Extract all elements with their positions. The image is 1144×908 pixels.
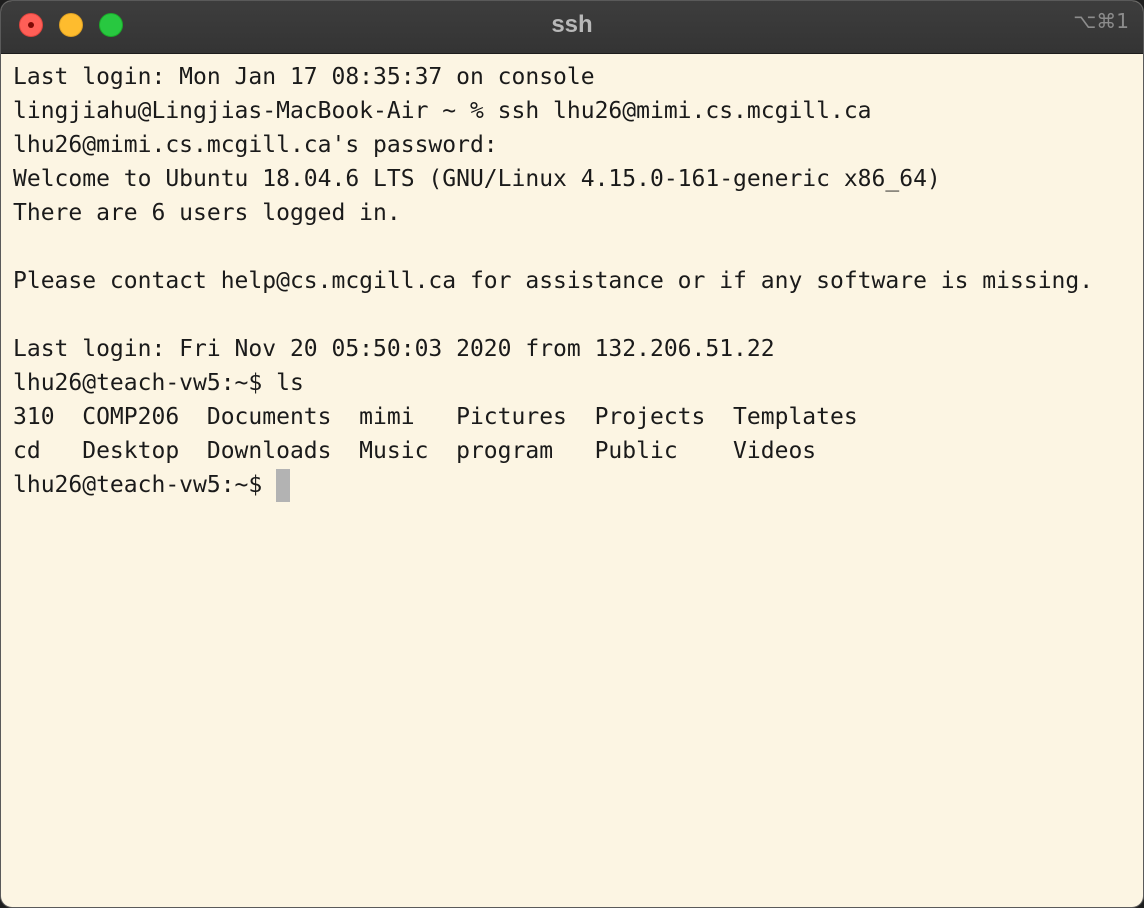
terminal-line: Last login: Fri Nov 20 05:50:03 2020 fro… (13, 336, 775, 362)
title-bar[interactable]: ssh ⌥⌘1 (1, 1, 1143, 54)
terminal-window: ssh ⌥⌘1 Last login: Mon Jan 17 08:35:37 … (0, 0, 1144, 908)
terminal-line: 310 COMP206 Documents mimi Pictures Proj… (13, 404, 858, 430)
shell-prompt: lhu26@teach-vw5:~$ (13, 472, 263, 498)
terminal-line: lingjiahu@Lingjias-MacBook-Air ~ % ssh l… (13, 98, 872, 124)
text-cursor (276, 468, 291, 502)
terminal-line: lhu26@mimi.cs.mcgill.ca's password: (13, 132, 498, 158)
terminal-prompt-line[interactable]: lhu26@teach-vw5:~$ (13, 468, 1143, 502)
terminal-line: Welcome to Ubuntu 18.04.6 LTS (GNU/Linux… (13, 166, 941, 192)
terminal-output[interactable]: Last login: Mon Jan 17 08:35:37 on conso… (13, 60, 1143, 907)
terminal-line: cd Desktop Downloads Music program Publi… (13, 438, 817, 464)
terminal-line: lhu26@teach-vw5:~$ ls (13, 370, 304, 396)
terminal-line: There are 6 users logged in. (13, 200, 401, 226)
terminal-line: Last login: Mon Jan 17 08:35:37 on conso… (13, 64, 595, 90)
window-title: ssh (551, 11, 593, 38)
terminal-line: Please contact help@cs.mcgill.ca for ass… (13, 268, 1094, 294)
window-shortcut-label: ⌥⌘1 (1073, 9, 1129, 33)
